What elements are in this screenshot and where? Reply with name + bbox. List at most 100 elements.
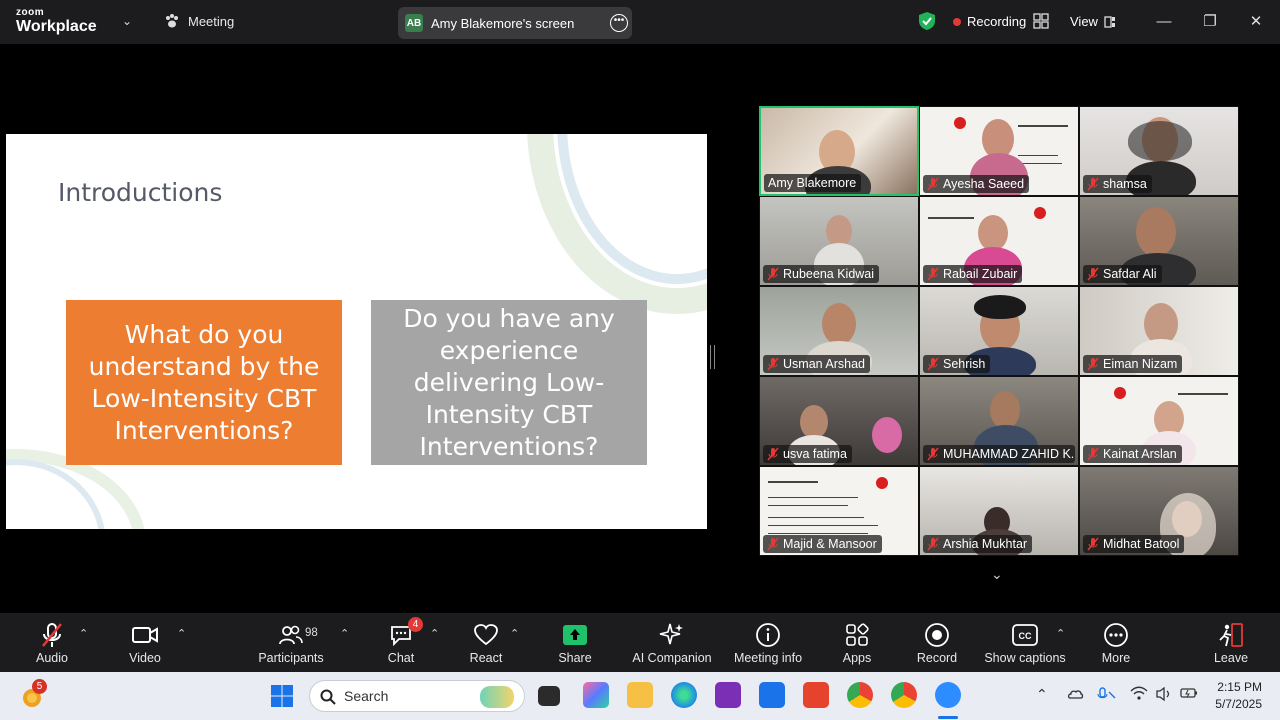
chrome-browser-icon[interactable]	[847, 682, 873, 708]
gallery-scroll-down-icon[interactable]: ⌄	[991, 566, 1003, 583]
restore-icon[interactable]: ❐	[1200, 12, 1220, 32]
video-tile[interactable]: Safdar Ali	[1079, 196, 1239, 286]
mic-in-use-icon[interactable]	[1096, 686, 1116, 704]
view-button[interactable]: View	[1070, 14, 1116, 29]
ai-sparkle-icon	[659, 623, 683, 645]
react-options-caret-icon[interactable]: ⌃	[510, 627, 519, 640]
apps-button[interactable]: Apps	[812, 621, 902, 665]
participant-name-tag: Rabail Zubair	[923, 265, 1023, 283]
gallery-grid-icon[interactable]	[1033, 13, 1049, 29]
logo-zoom-text: zoom	[16, 7, 45, 18]
participant-name-tag: MUHAMMAD ZAHID K...	[923, 445, 1075, 463]
participant-video	[800, 405, 828, 439]
show-hidden-icons-icon[interactable]: ⌃	[1036, 686, 1048, 703]
audio-options-caret-icon[interactable]: ⌃	[79, 627, 88, 640]
participants-button[interactable]: 98 Participants	[246, 621, 336, 665]
share-button[interactable]: Share	[530, 621, 620, 665]
app-menu-chevron-icon[interactable]: ⌄	[122, 14, 132, 28]
onedrive-cloud-icon[interactable]	[1066, 686, 1084, 700]
edge-browser-icon[interactable]	[671, 682, 697, 708]
participant-name-tag: Usman Arshad	[763, 355, 870, 373]
muted-mic-icon	[42, 623, 62, 647]
background-text	[928, 217, 974, 219]
windows-start-icon[interactable]	[270, 684, 294, 708]
background-text	[1018, 163, 1062, 164]
video-tile[interactable]: Kainat Arslan	[1079, 376, 1239, 466]
video-tile[interactable]: MUHAMMAD ZAHID K...	[919, 376, 1079, 466]
zoom-app-icon[interactable]	[935, 682, 961, 708]
title-bar: zoom Workplace ⌄ Meeting AB Amy Blakemor…	[0, 0, 1280, 44]
clock-time: 2:15 PM	[1217, 680, 1262, 694]
muted-mic-icon	[767, 537, 779, 551]
participant-name-tag: Sehrish	[923, 355, 991, 373]
windows-taskbar: 5 Search ⌃ 2:15 PM 5/7/2025	[0, 672, 1280, 720]
security-shield-icon[interactable]	[918, 11, 936, 31]
ai-companion-label: AI Companion	[632, 651, 712, 665]
participant-name-tag: shamsa	[1083, 175, 1152, 193]
system-clock[interactable]: 2:15 PM 5/7/2025	[1208, 679, 1262, 713]
minimize-icon[interactable]: —	[1154, 12, 1174, 32]
file-explorer-icon[interactable]	[627, 682, 653, 708]
more-button[interactable]: More	[1071, 621, 1161, 665]
participant-name: Amy Blakemore	[768, 176, 857, 190]
record-button[interactable]: Record	[892, 621, 982, 665]
captions-options-caret-icon[interactable]: ⌃	[1056, 627, 1065, 640]
copilot-icon[interactable]	[583, 682, 609, 708]
battery-icon[interactable]	[1180, 686, 1198, 700]
wps-office-icon[interactable]	[803, 682, 829, 708]
muted-mic-icon	[1087, 267, 1099, 281]
splitter-handle[interactable]	[710, 345, 715, 369]
video-tile[interactable]: Rubeena Kidwai	[759, 196, 919, 286]
participant-name: Safdar Ali	[1103, 267, 1157, 281]
screen-share-pill[interactable]: AB Amy Blakemore's screen •••	[398, 7, 632, 39]
microsoft-store-icon[interactable]	[759, 682, 785, 708]
taskbar-search[interactable]: Search	[309, 680, 525, 712]
chat-options-caret-icon[interactable]: ⌃	[430, 627, 439, 640]
ai-companion-button[interactable]: AI Companion	[627, 621, 717, 665]
meeting-menu[interactable]: Meeting	[164, 13, 234, 29]
video-tile[interactable]: Amy Blakemore	[759, 106, 919, 196]
leave-button[interactable]: Leave	[1186, 621, 1276, 665]
video-tile[interactable]: usva fatima	[759, 376, 919, 466]
video-tile[interactable]: Arshia Mukhtar	[919, 466, 1079, 556]
meeting-info-button[interactable]: Meeting info	[723, 621, 813, 665]
participant-name: Rubeena Kidwai	[783, 267, 875, 281]
share-screen-icon	[563, 625, 587, 645]
participant-name: Kainat Arslan	[1103, 447, 1177, 461]
video-tile[interactable]: Midhat Batool	[1079, 466, 1239, 556]
participant-name: Rabail Zubair	[943, 267, 1018, 281]
participants-options-caret-icon[interactable]: ⌃	[340, 627, 349, 640]
search-placeholder: Search	[344, 688, 389, 704]
muted-mic-icon	[1087, 537, 1099, 551]
participant-name: Eiman Nizam	[1103, 357, 1178, 371]
shared-slide: Introductions What do you understand by …	[6, 134, 707, 529]
record-label: Record	[916, 651, 958, 665]
video-label: Video	[129, 651, 161, 665]
clock-date: 5/7/2025	[1215, 697, 1262, 711]
react-label: React	[469, 651, 503, 665]
video-tile[interactable]: Sehrish	[919, 286, 1079, 376]
video-tile[interactable]: Majid & Mansoor	[759, 466, 919, 556]
muted-mic-icon	[927, 267, 939, 281]
muted-mic-icon	[767, 447, 779, 461]
close-icon[interactable]: ✕	[1246, 12, 1266, 32]
muted-mic-icon	[1087, 447, 1099, 461]
participant-video	[822, 303, 856, 345]
volume-icon[interactable]	[1155, 686, 1173, 702]
background-text	[768, 517, 864, 518]
video-tile[interactable]: shamsa	[1079, 106, 1239, 196]
leave-label: Leave	[1213, 651, 1249, 665]
video-tile[interactable]: Ayesha Saeed	[919, 106, 1079, 196]
video-options-caret-icon[interactable]: ⌃	[177, 627, 186, 640]
recording-dot-icon	[953, 17, 961, 26]
chrome-profile-icon[interactable]	[891, 682, 917, 708]
participant-name-tag: Amy Blakemore	[764, 174, 862, 192]
more-options-icon[interactable]: •••	[610, 14, 628, 32]
onenote-icon[interactable]	[715, 682, 741, 708]
wifi-icon[interactable]	[1130, 686, 1148, 702]
task-view-icon[interactable]	[538, 686, 560, 706]
recording-indicator[interactable]: Recording	[953, 14, 1026, 29]
video-tile[interactable]: Rabail Zubair	[919, 196, 1079, 286]
video-tile[interactable]: Usman Arshad	[759, 286, 919, 376]
video-tile[interactable]: Eiman Nizam	[1079, 286, 1239, 376]
